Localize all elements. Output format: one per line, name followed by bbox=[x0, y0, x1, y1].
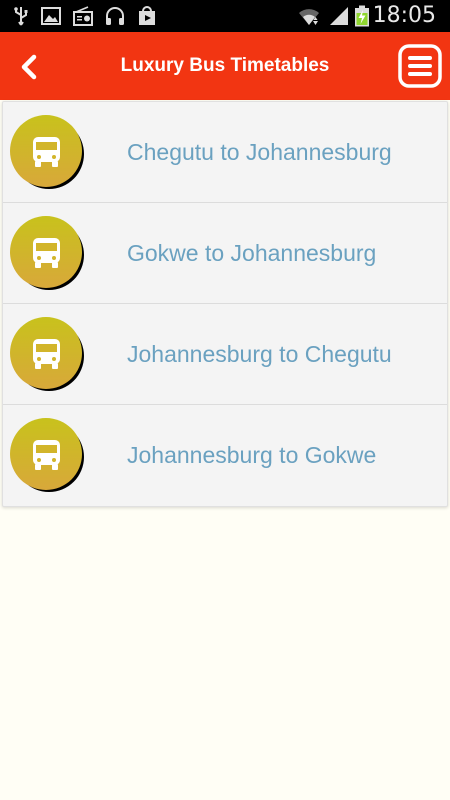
radio-icon bbox=[73, 6, 93, 26]
bus-icon bbox=[10, 317, 84, 391]
clock: 18:05 bbox=[372, 3, 436, 28]
wifi-icon bbox=[299, 9, 319, 25]
route-item[interactable]: Gokwe to Johannesburg bbox=[3, 203, 447, 304]
app-bar: Luxury Bus Timetables bbox=[0, 32, 450, 100]
menu-button[interactable] bbox=[398, 44, 442, 88]
route-list: Chegutu to Johannesburg Gokwe to Johanne… bbox=[2, 101, 448, 507]
battery-charging-icon bbox=[355, 5, 369, 27]
route-item[interactable]: Chegutu to Johannesburg bbox=[3, 102, 447, 203]
bus-icon bbox=[10, 216, 84, 290]
chevron-left-icon bbox=[21, 54, 37, 80]
route-item[interactable]: Johannesburg to Chegutu bbox=[3, 304, 447, 405]
route-label: Johannesburg to Gokwe bbox=[127, 442, 377, 468]
bus-icon bbox=[10, 418, 84, 492]
image-icon bbox=[41, 7, 61, 25]
status-bar: 18:05 bbox=[0, 0, 450, 32]
route-item[interactable]: Johannesburg to Gokwe bbox=[3, 405, 447, 506]
signal-icon bbox=[330, 7, 348, 25]
route-label: Johannesburg to Chegutu bbox=[127, 341, 392, 367]
back-button[interactable] bbox=[10, 48, 48, 86]
headphones-icon bbox=[106, 7, 124, 25]
page-title: Luxury Bus Timetables bbox=[120, 55, 330, 76]
store-icon bbox=[139, 6, 155, 25]
bus-icon bbox=[10, 115, 84, 189]
route-label: Chegutu to Johannesburg bbox=[127, 139, 392, 165]
usb-icon bbox=[14, 7, 28, 26]
route-label: Gokwe to Johannesburg bbox=[127, 240, 377, 266]
